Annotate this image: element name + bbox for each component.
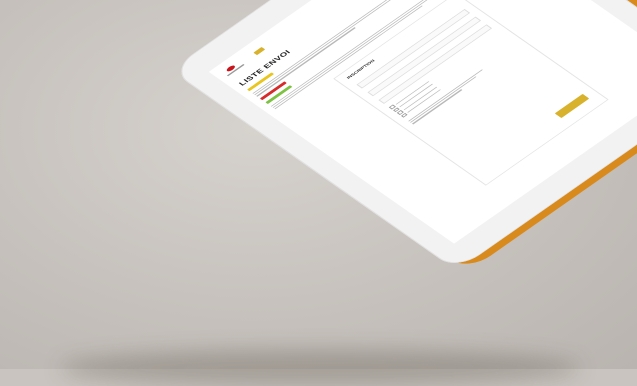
checkbox[interactable] — [400, 113, 408, 118]
submit-button[interactable] — [554, 93, 590, 119]
nav-item[interactable] — [268, 42, 272, 45]
site-logo[interactable] — [221, 60, 246, 77]
nav-item-active[interactable] — [253, 46, 266, 56]
main-nav — [253, 42, 272, 56]
tablet-shadow — [60, 350, 580, 386]
